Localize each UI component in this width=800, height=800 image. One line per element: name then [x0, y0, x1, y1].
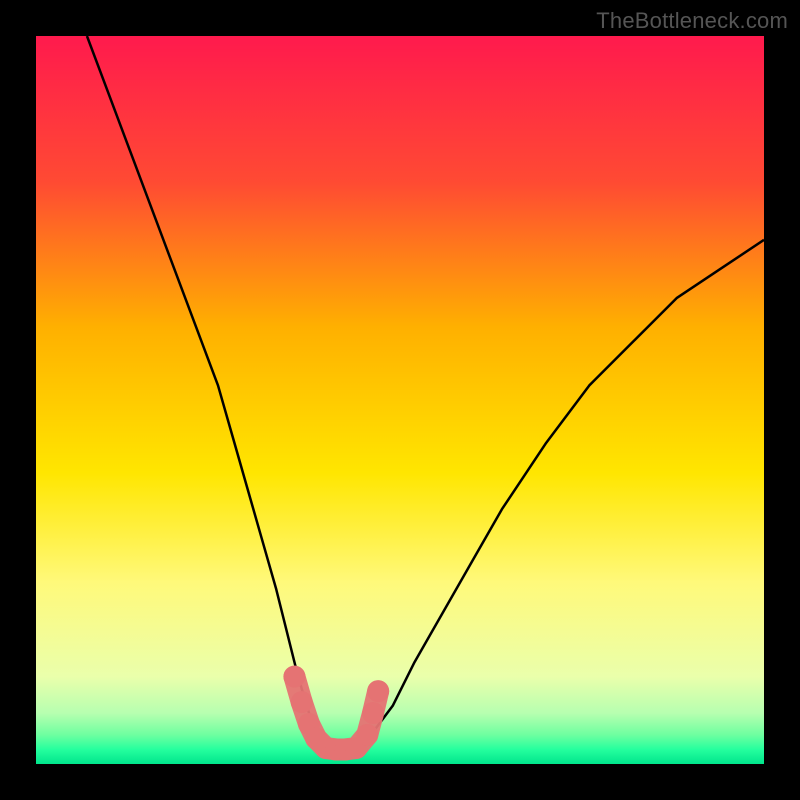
- plot-svg: [36, 36, 764, 764]
- sweet-spot-point: [356, 724, 378, 746]
- sweet-spot-point: [283, 666, 305, 688]
- watermark-text: TheBottleneck.com: [596, 8, 788, 34]
- sweet-spot-point: [291, 691, 313, 713]
- plot-area: [36, 36, 764, 764]
- chart-frame: TheBottleneck.com: [0, 0, 800, 800]
- gradient-background: [36, 36, 764, 764]
- sweet-spot-point: [362, 702, 384, 724]
- sweet-spot-point: [367, 680, 389, 702]
